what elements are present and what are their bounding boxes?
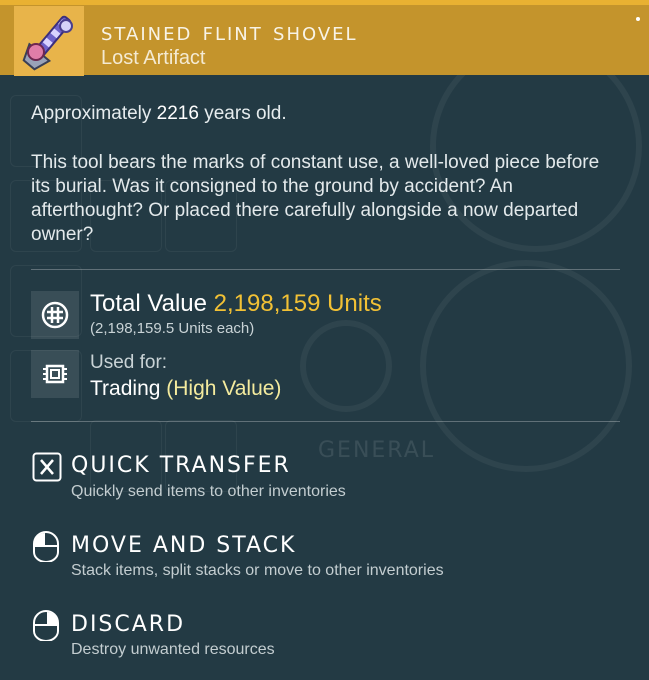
action-description: Stack items, split stacks or move to oth… xyxy=(71,562,444,579)
used-for-label: Used for: xyxy=(90,352,168,373)
units-currency-icon xyxy=(31,291,79,339)
chip-icon xyxy=(31,350,79,398)
bg-watermark: GENERAL xyxy=(318,438,436,463)
item-header: STAINED FLINT SHOVEL Lost Artifact xyxy=(0,5,649,76)
item-description: This tool bears the marks of constant us… xyxy=(31,152,600,245)
mouse-right-icon xyxy=(31,609,61,642)
used-for-highlight: (High Value) xyxy=(166,377,282,400)
item-age: Approximately 2216 years old. xyxy=(31,103,287,125)
divider xyxy=(31,421,620,422)
action-description: Quickly send items to other inventories xyxy=(71,483,346,500)
unit-value-each: (2,198,159.5 Units each) xyxy=(90,320,255,337)
item-title: STAINED FLINT SHOVEL xyxy=(101,17,358,47)
total-value-label: Total Value xyxy=(90,290,214,317)
divider xyxy=(31,269,620,270)
action-title: DISCARD xyxy=(71,612,186,637)
indicator-dot xyxy=(636,17,640,21)
total-value: Total Value 2,198,159 Units xyxy=(90,290,382,318)
age-value: 2216 xyxy=(156,103,199,124)
x-key-icon xyxy=(32,452,62,482)
artifact-item-icon xyxy=(14,6,84,76)
used-for-value: Trading (High Value) xyxy=(90,377,281,401)
mouse-left-icon xyxy=(31,530,61,563)
used-for-main: Trading xyxy=(90,377,167,400)
action-title: QUICK TRANSFER xyxy=(71,453,291,478)
action-title: MOVE AND STACK xyxy=(71,533,297,558)
bg-gear-circle xyxy=(300,320,392,412)
total-value-amount: 2,198,159 Units xyxy=(213,290,382,317)
age-suffix: years old. xyxy=(198,103,287,124)
bg-large-circle xyxy=(420,260,632,472)
age-prefix: Approximately xyxy=(31,103,157,124)
item-category: Lost Artifact xyxy=(101,47,206,69)
action-description: Destroy unwanted resources xyxy=(71,641,275,658)
